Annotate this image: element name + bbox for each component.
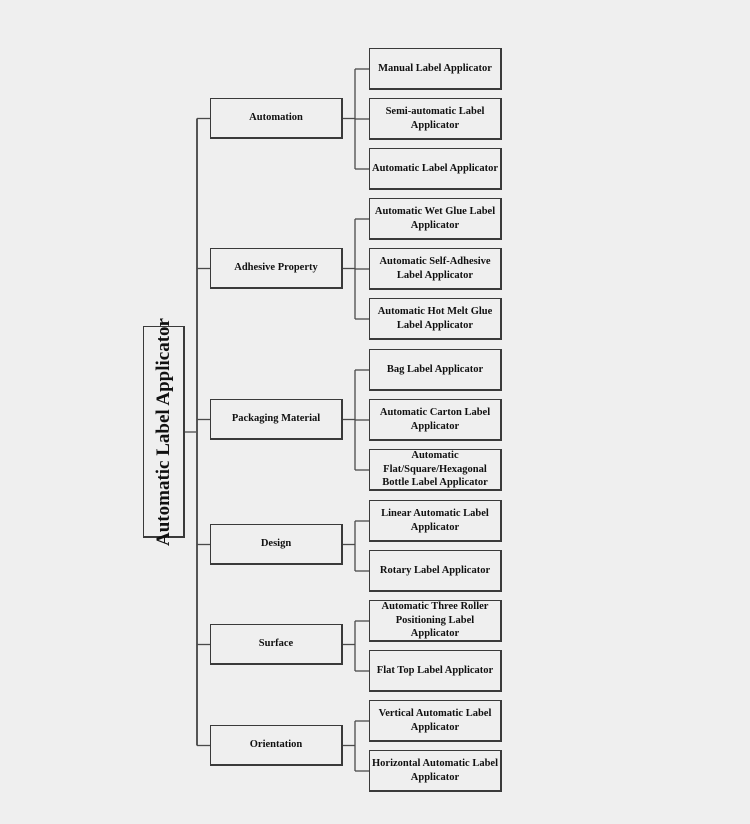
category-node: Adhesive Property xyxy=(210,248,343,289)
leaf-node: Manual Label Applicator xyxy=(369,48,502,90)
leaf-node: Semi-automatic Label Applicator xyxy=(369,98,502,140)
leaf-node: Bag Label Applicator xyxy=(369,349,502,391)
leaf-node: Automatic Wet Glue Label Applicator xyxy=(369,198,502,240)
leaf-node: Rotary Label Applicator xyxy=(369,550,502,592)
root-node: Automatic Label Applicator xyxy=(143,318,185,546)
category-node: Orientation xyxy=(210,725,343,766)
leaf-node: Horizontal Automatic Label Applicator xyxy=(369,750,502,792)
leaf-node: Automatic Flat/Square/Hexagonal Bottle L… xyxy=(369,449,502,491)
leaf-node: Automatic Self-Adhesive Label Applicator xyxy=(369,248,502,290)
leaf-node: Flat Top Label Applicator xyxy=(369,650,502,692)
root-label: Automatic Label Applicator xyxy=(152,317,174,546)
category-node: Automation xyxy=(210,98,343,139)
category-node: Design xyxy=(210,524,343,565)
leaf-node: Automatic Label Applicator xyxy=(369,148,502,190)
leaf-node: Automatic Carton Label Applicator xyxy=(369,399,502,441)
category-node: Surface xyxy=(210,624,343,665)
leaf-node: Vertical Automatic Label Applicator xyxy=(369,700,502,742)
leaf-node: Linear Automatic Label Applicator xyxy=(369,500,502,542)
leaf-node: Automatic Three Roller Positioning Label… xyxy=(369,600,502,642)
leaf-node: Automatic Hot Melt Glue Label Applicator xyxy=(369,298,502,340)
category-node: Packaging Material xyxy=(210,399,343,440)
